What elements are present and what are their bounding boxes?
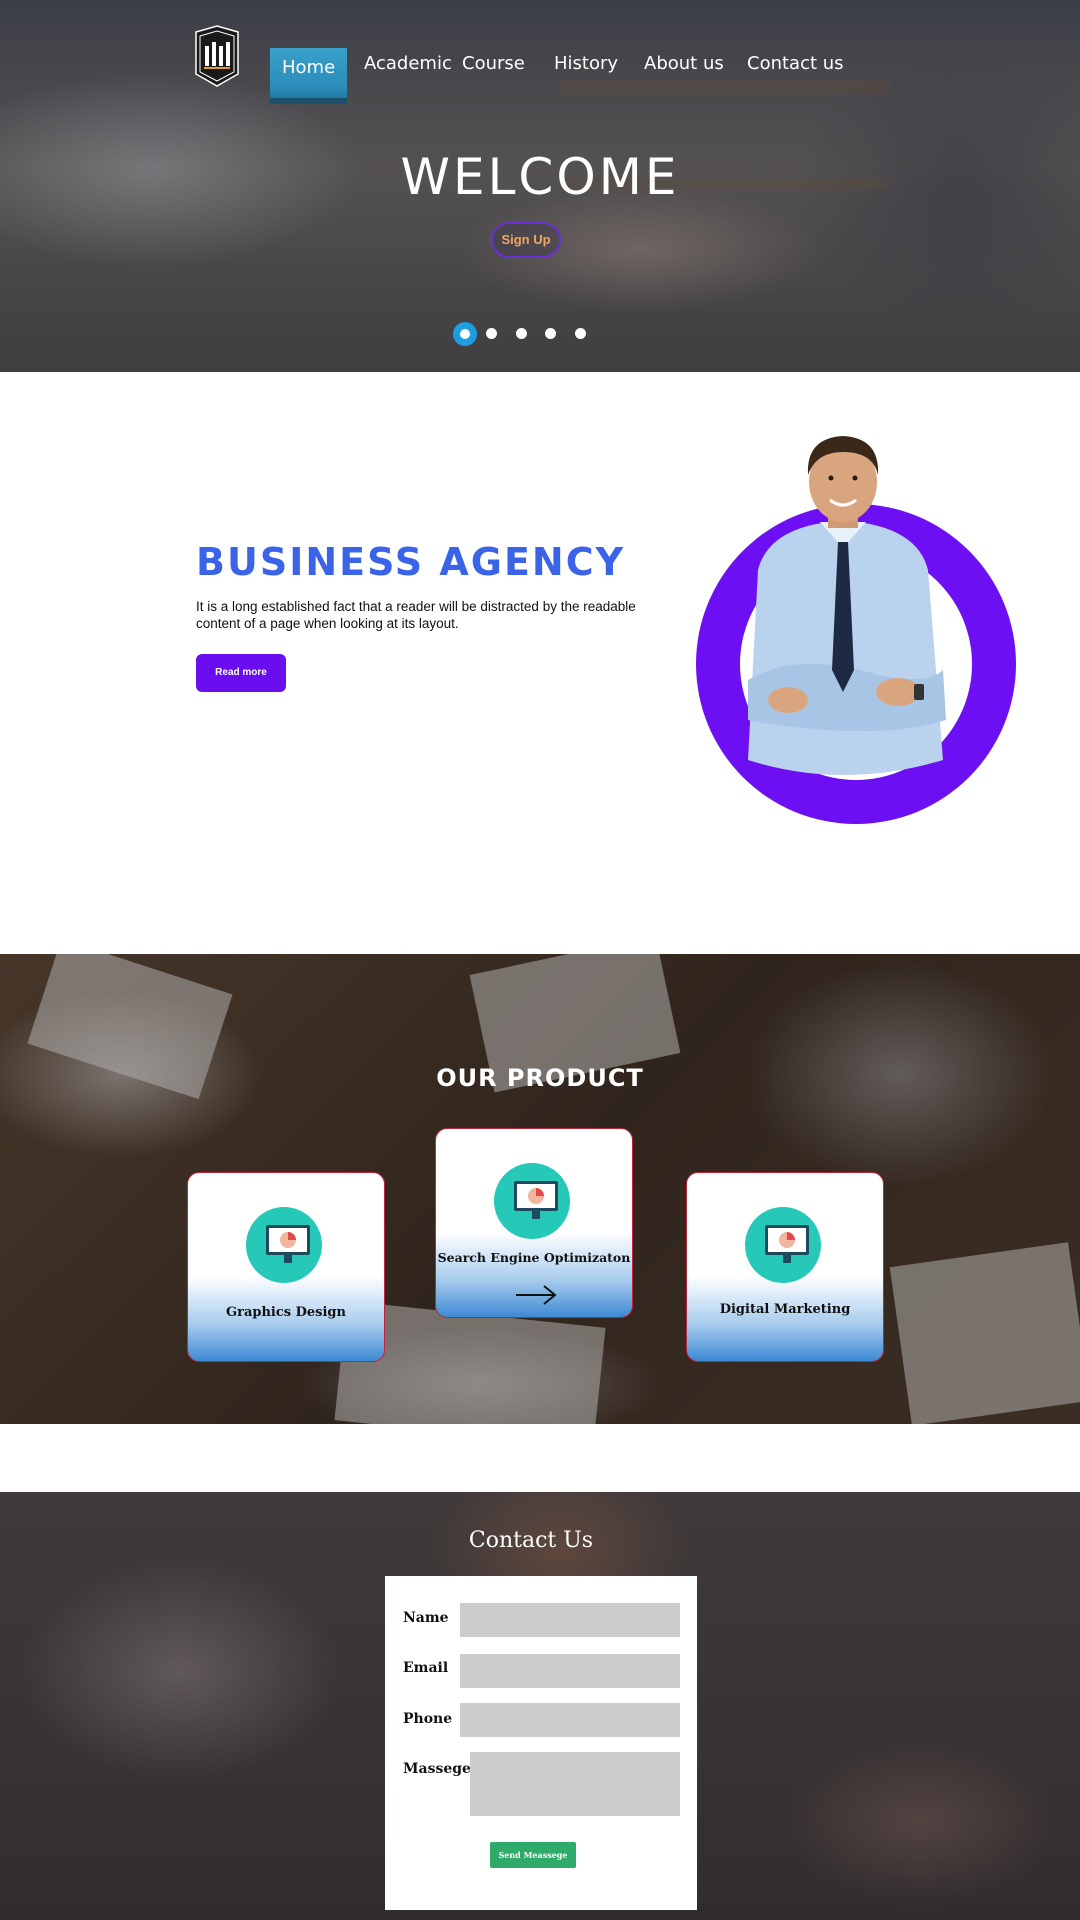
slider-dot-3[interactable] (516, 328, 527, 339)
arrow-right-icon[interactable] (514, 1284, 558, 1306)
slider-dot-5[interactable] (575, 328, 586, 339)
phone-label: Phone (403, 1711, 453, 1727)
product-title: OUR PRODUCT (436, 1064, 644, 1092)
nav-item-home[interactable]: Home (270, 48, 348, 104)
product-card-digital-marketing[interactable]: Digital Marketing (686, 1172, 884, 1362)
monitor-pie-chart-icon (246, 1207, 322, 1283)
send-message-button[interactable]: Send Meassege (490, 1842, 576, 1868)
hero-title: WELCOME (400, 148, 680, 206)
message-field[interactable] (470, 1752, 680, 1816)
name-label: Name (403, 1610, 449, 1626)
product-card-graphics-design[interactable]: Graphics Design (187, 1172, 385, 1362)
contact-form: Name Email Phone Massege Send Meassege (385, 1576, 697, 1910)
nav-item-history[interactable]: History (554, 48, 618, 80)
nav-item-contact-us[interactable]: Contact us (747, 48, 844, 80)
slider-dot-2[interactable] (486, 328, 497, 339)
product-section: OUR PRODUCT Graphics Design Search Engin… (0, 954, 1080, 1424)
businessman-image (748, 436, 946, 775)
slider-dot-1[interactable] (453, 322, 477, 346)
monitor-pie-chart-icon (494, 1163, 570, 1239)
nav-item-academic[interactable]: Academic (364, 48, 452, 80)
name-field[interactable] (460, 1603, 680, 1637)
read-more-button[interactable]: Read more (196, 654, 286, 692)
product-card-label: Search Engine Optimizaton (437, 1250, 631, 1265)
nav-item-about-us[interactable]: About us (644, 48, 724, 80)
slider-dot-4[interactable] (545, 328, 556, 339)
contact-section: Contact Us Name Email Phone Massege Send… (0, 1492, 1080, 1920)
email-field[interactable] (460, 1654, 680, 1688)
product-card-seo[interactable]: Search Engine Optimizaton (435, 1128, 633, 1318)
email-label: Email (403, 1660, 449, 1676)
monitor-pie-chart-icon (745, 1207, 821, 1283)
product-card-label: Graphics Design (226, 1305, 346, 1320)
product-card-label: Digital Marketing (719, 1302, 851, 1317)
nav-item-course[interactable]: Course (462, 48, 525, 80)
message-label: Massege (403, 1761, 471, 1777)
contact-title: Contact Us (468, 1528, 594, 1553)
logo-icon[interactable] (190, 24, 244, 88)
hero-banner: Home Academic Course History About us Co… (0, 0, 1080, 372)
phone-field[interactable] (460, 1703, 680, 1737)
agency-description: It is a long established fact that a rea… (196, 599, 636, 631)
sign-up-button[interactable]: Sign Up (491, 222, 561, 258)
agency-title: BUSINESS AGENCY (196, 540, 626, 584)
